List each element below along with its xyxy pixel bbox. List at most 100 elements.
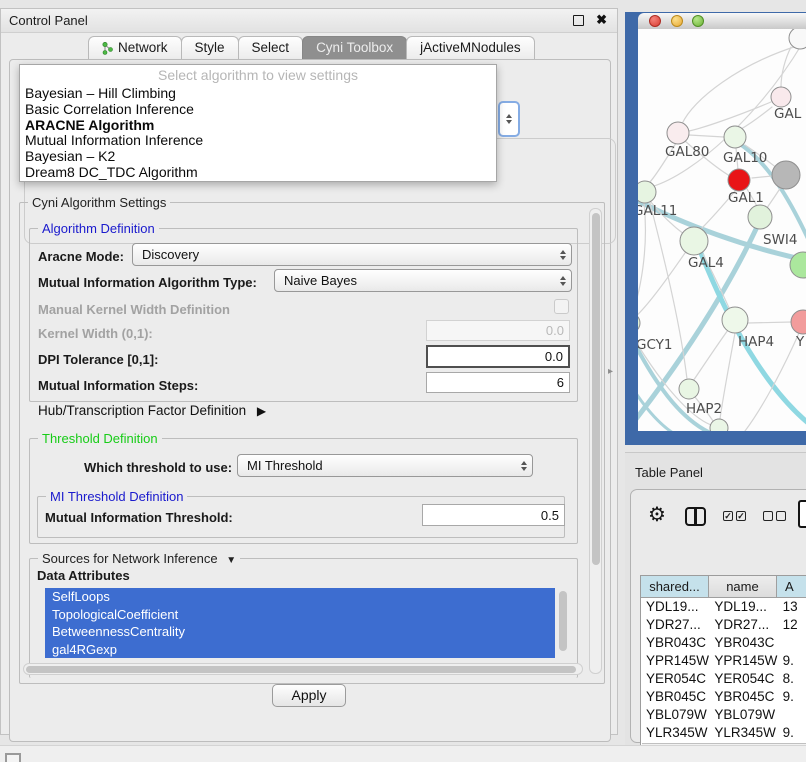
table-row[interactable]: YBL079WYBL079W [641, 706, 806, 724]
table-cell: YLR345W [641, 724, 709, 742]
network-edge[interactable] [720, 333, 735, 419]
settings-horizontal-scrollbar[interactable] [23, 663, 583, 675]
network-node-gal4[interactable] [680, 227, 708, 255]
mi-type-select[interactable]: Naive Bayes [274, 269, 572, 292]
network-edge[interactable] [693, 330, 728, 381]
attribute-item[interactable]: TopologicalCoefficient [45, 606, 555, 624]
mi-threshold-field[interactable]: 0.5 [422, 504, 565, 526]
table-cell: 12 [778, 616, 806, 634]
algorithm-option[interactable]: Dream8 DC_TDC Algorithm [20, 165, 496, 181]
mi-type-label: Mutual Information Algorithm Type: [38, 275, 257, 290]
table-row[interactable]: YDL19...YDL19...13 [641, 598, 806, 616]
algorithm-options-list: Bayesian – Hill ClimbingBasic Correlatio… [20, 86, 496, 181]
deselect-checkbox-icon[interactable] [763, 511, 773, 521]
algorithm-option[interactable]: Basic Correlation Inference [20, 102, 496, 118]
table-panel-title: Table Panel [635, 465, 703, 480]
network-edge[interactable] [739, 107, 772, 130]
network-edge[interactable] [752, 176, 772, 178]
column-header-name[interactable]: name [709, 576, 777, 598]
network-node-gal1[interactable] [728, 169, 750, 191]
table-cell: YBL079W [641, 706, 709, 724]
table-row[interactable]: YBR043CYBR043C [641, 634, 806, 652]
tab-style[interactable]: Style [181, 36, 239, 59]
deselect-checkbox-icon2[interactable] [776, 511, 786, 521]
algorithm-option[interactable]: Bayesian – K2 [20, 149, 496, 165]
settings-vertical-scrollbar[interactable] [589, 208, 602, 674]
network-canvas[interactable]: GALGAL80GAL10GAL1GAL11SWI4GAL4GCY1HAP4YH… [638, 29, 806, 431]
inference-algorithm-stepper-fragment[interactable] [498, 101, 520, 137]
expand-right-icon: ▶ [257, 404, 266, 418]
minimize-traffic-light[interactable] [671, 15, 683, 27]
mi-threshold-group-title: MI Threshold Definition [46, 489, 187, 504]
network-node-y[interactable] [791, 310, 806, 334]
network-edge[interactable] [781, 47, 791, 87]
tab-network[interactable]: Network [88, 36, 182, 59]
network-node-gal80[interactable] [667, 122, 689, 144]
hub-definition-toggle[interactable]: Hub/Transcription Factor Definition ▶ [38, 403, 266, 418]
apply-button[interactable]: Apply [272, 684, 346, 707]
control-panel-titlebar[interactable]: Control Panel ✖ [1, 9, 617, 33]
network-node[interactable] [772, 161, 800, 189]
network-node-swi4[interactable] [748, 205, 772, 229]
aracne-mode-select[interactable]: Discovery [132, 243, 572, 266]
splitpane-collapse-icon[interactable]: ▸ [608, 366, 613, 377]
table-cell: YDL19... [641, 598, 709, 616]
dpi-tolerance-field[interactable]: 0.0 [426, 345, 570, 368]
network-edge[interactable] [689, 135, 724, 137]
table-cell: 13 [778, 598, 806, 616]
close-traffic-light[interactable] [649, 15, 661, 27]
network-node-label: GAL4 [688, 255, 724, 271]
tab-select[interactable]: Select [238, 36, 304, 59]
table-row[interactable]: YDR27...YDR27...12 [641, 616, 806, 634]
network-window-titlebar[interactable] [638, 13, 806, 30]
select-all-checkbox-icon2[interactable]: ✓ [736, 511, 746, 521]
tab-cyni-toolbox[interactable]: Cyni Toolbox [302, 36, 407, 59]
network-edge[interactable] [748, 322, 792, 323]
which-threshold-select[interactable]: MI Threshold [237, 454, 533, 477]
manual-kernel-checkbox[interactable] [554, 299, 569, 314]
network-node-gal10[interactable] [724, 126, 746, 148]
network-node-label: HAP4 [738, 334, 774, 350]
mi-steps-field[interactable]: 6 [426, 372, 570, 393]
network-node-gal[interactable] [771, 87, 791, 107]
attributes-scrollbar[interactable] [559, 589, 568, 657]
network-node-hap2[interactable] [679, 379, 699, 399]
network-node-gcy1[interactable] [638, 313, 640, 333]
table-cell: YDR27... [709, 616, 777, 634]
select-all-checkbox-icon[interactable]: ✓ [723, 511, 733, 521]
tab-jactivemnodules[interactable]: jActiveMNodules [406, 36, 535, 59]
data-attributes-list[interactable]: SelfLoopsTopologicalCoefficientBetweenne… [45, 588, 555, 658]
algorithm-option[interactable]: Mutual Information Inference [20, 133, 496, 149]
network-node-label: GAL10 [723, 150, 767, 166]
gear-icon[interactable]: ⚙ [648, 505, 666, 525]
close-icon[interactable]: ✖ [596, 12, 607, 28]
attribute-item[interactable]: BetweennessCentrality [45, 623, 555, 641]
network-node-gal11[interactable] [638, 181, 656, 203]
table-row[interactable]: YBR045CYBR045C9. [641, 688, 806, 706]
column-header-shared-name[interactable]: shared... [641, 576, 709, 598]
dock-button-partial[interactable] [5, 753, 21, 762]
table-row[interactable]: YER054CYER054C8. [641, 670, 806, 688]
table-row[interactable]: YPR145WYPR145W9. [641, 652, 806, 670]
attribute-item[interactable]: SelfLoops [45, 588, 555, 606]
top-tab-bar: Network Style Select Cyni Toolbox jActiv… [89, 37, 535, 59]
network-edge[interactable] [638, 253, 685, 319]
network-edge[interactable] [638, 203, 645, 317]
attribute-item[interactable]: gal4RGexp [45, 641, 555, 659]
algorithm-option[interactable]: Bayesian – Hill Climbing [20, 86, 496, 102]
new-table-icon[interactable] [798, 500, 806, 528]
which-threshold-value: MI Threshold [247, 458, 323, 473]
table-row[interactable]: YLR345WYLR345W9. [641, 724, 806, 742]
aracne-mode-label: Aracne Mode: [38, 249, 124, 264]
table-cell: YBL079W [709, 706, 777, 724]
network-node[interactable] [789, 29, 806, 49]
float-window-icon[interactable] [573, 15, 584, 26]
network-window[interactable]: GALGAL80GAL10GAL1GAL11SWI4GAL4GCY1HAP4YH… [625, 12, 806, 445]
network-node-hap4[interactable] [722, 307, 748, 333]
column-header-partial[interactable]: A [777, 576, 806, 598]
columns-icon[interactable] [685, 507, 706, 526]
sources-group-title[interactable]: Sources for Network Inference ▼ [38, 551, 240, 566]
cyni-algorithm-settings-title: Cyni Algorithm Settings [28, 195, 170, 210]
zoom-traffic-light[interactable] [692, 15, 704, 27]
algorithm-option[interactable]: ARACNE Algorithm [20, 118, 496, 134]
